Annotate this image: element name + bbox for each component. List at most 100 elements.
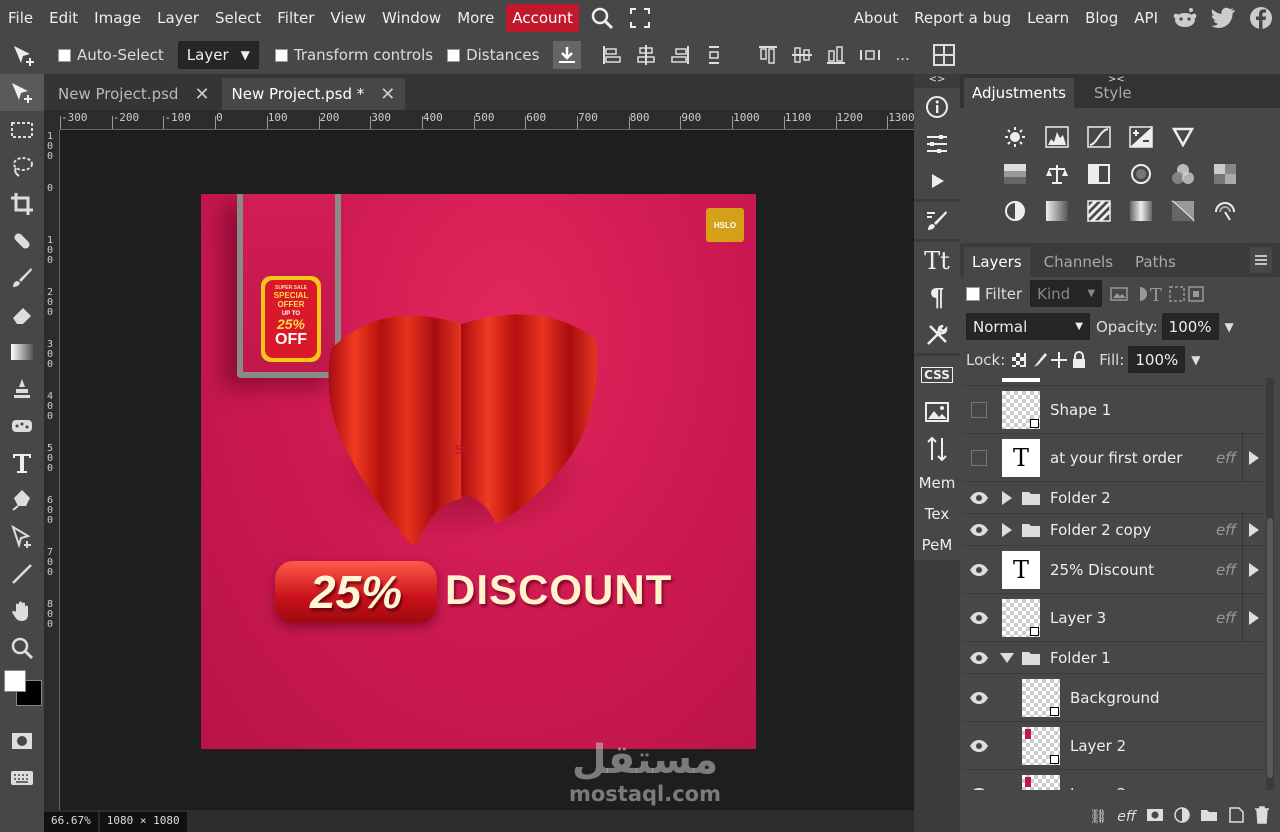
- layer-effects-label[interactable]: eff: [1216, 561, 1236, 579]
- facebook-icon[interactable]: [1248, 5, 1274, 31]
- layer-select-dropdown[interactable]: Layer ▼: [177, 41, 259, 69]
- twitter-icon[interactable]: [1210, 5, 1236, 31]
- tab-channels[interactable]: Channels: [1036, 247, 1121, 277]
- effects-expand-icon[interactable]: [1242, 593, 1264, 642]
- layer-style-button[interactable]: eff: [1117, 809, 1136, 825]
- menu-blog[interactable]: Blog: [1077, 0, 1126, 36]
- layer-row[interactable]: Tat your first order eff: [964, 433, 1264, 482]
- close-icon[interactable]: ✕: [380, 84, 395, 105]
- info-icon[interactable]: [914, 88, 960, 125]
- image-icon[interactable]: [914, 393, 960, 430]
- layer-effects-label[interactable]: eff: [1216, 609, 1236, 627]
- fullscreen-icon[interactable]: [627, 5, 653, 31]
- vibrance-icon[interactable]: [1162, 118, 1204, 155]
- blend-mode-select[interactable]: Normal ▼: [966, 313, 1090, 340]
- collapse-left-button[interactable]: <>: [914, 74, 960, 88]
- more-options[interactable]: ...: [895, 46, 909, 64]
- layers-scrollbar[interactable]: [1266, 378, 1274, 790]
- collapse-right-button[interactable]: ><: [1108, 74, 1125, 85]
- eraser-tool-icon[interactable]: [0, 296, 44, 333]
- memory-panel-button[interactable]: Mem: [914, 467, 960, 498]
- expand-arrow-icon[interactable]: [1000, 490, 1014, 505]
- black-white-icon[interactable]: [1078, 155, 1120, 192]
- opacity-dropdown-icon[interactable]: ▼: [1225, 320, 1234, 334]
- filter-checkbox[interactable]: [966, 286, 980, 301]
- color-swatches[interactable]: [0, 666, 44, 722]
- line-tool-icon[interactable]: [0, 555, 44, 592]
- selective-color-icon[interactable]: [1162, 192, 1204, 229]
- layer-row[interactable]: Background: [964, 674, 1264, 722]
- layer-effects-label[interactable]: eff: [1216, 521, 1236, 539]
- type-tool-icon[interactable]: [0, 444, 44, 481]
- new-layer-icon[interactable]: [1228, 807, 1244, 827]
- path-select-tool-icon[interactable]: [0, 518, 44, 555]
- tab-layers[interactable]: Layers: [964, 247, 1030, 277]
- zoom-level[interactable]: 66.67%: [44, 812, 98, 832]
- channel-mixer-icon[interactable]: [1162, 155, 1204, 192]
- kind-select[interactable]: Kind ▼: [1030, 280, 1103, 307]
- effects-expand-icon[interactable]: [1242, 433, 1264, 482]
- menu-filter[interactable]: Filter: [269, 0, 322, 36]
- tab-adjustments[interactable]: Adjustments: [964, 78, 1074, 108]
- download-icon[interactable]: [553, 41, 582, 69]
- align-center-icon[interactable]: [635, 44, 657, 66]
- align-right-icon[interactable]: [669, 44, 691, 66]
- filter-type-icons[interactable]: T: [1110, 284, 1206, 304]
- clone-stamp-tool-icon[interactable]: [0, 370, 44, 407]
- replace-color-icon[interactable]: [1204, 192, 1246, 229]
- pen-tool-icon[interactable]: [0, 481, 44, 518]
- brightness-icon[interactable]: [994, 118, 1036, 155]
- auto-select-checkbox[interactable]: Auto-Select: [58, 46, 164, 64]
- css-panel-button[interactable]: CSS: [914, 356, 960, 393]
- layer-row[interactable]: Layer 2: [964, 722, 1264, 770]
- menu-report-bug[interactable]: Report a bug: [906, 0, 1019, 36]
- sponge-tool-icon[interactable]: [0, 407, 44, 444]
- healing-tool-icon[interactable]: [0, 222, 44, 259]
- eye-icon[interactable]: [964, 611, 994, 625]
- menu-window[interactable]: Window: [374, 0, 449, 36]
- visibility-checkbox[interactable]: [964, 449, 994, 466]
- search-icon[interactable]: [589, 5, 615, 31]
- link-icon[interactable]: ⛓: [1090, 809, 1108, 825]
- crop-tool-icon[interactable]: [0, 185, 44, 222]
- menu-layer[interactable]: Layer: [149, 0, 207, 36]
- keyboard-icon[interactable]: [0, 759, 44, 796]
- text-panel-button[interactable]: Tex: [914, 498, 960, 529]
- new-folder-icon[interactable]: [1200, 808, 1218, 826]
- menu-file[interactable]: File: [0, 0, 41, 36]
- menu-more[interactable]: More: [449, 0, 502, 36]
- distribute-vertical-icon[interactable]: [703, 44, 725, 66]
- tab-paths[interactable]: Paths: [1127, 247, 1184, 277]
- artwork[interactable]: SUPER SALE SPECIAL OFFER UP TO 25% OFF H…: [201, 194, 756, 749]
- brush-settings-icon[interactable]: [914, 202, 960, 239]
- exposure-icon[interactable]: [1120, 118, 1162, 155]
- fill-input[interactable]: 100%: [1128, 346, 1186, 373]
- zoom-tool-icon[interactable]: [0, 629, 44, 666]
- layer-row[interactable]: Shape 1: [964, 386, 1264, 434]
- paragraph-icon[interactable]: ¶: [914, 279, 960, 316]
- eye-icon[interactable]: [964, 651, 994, 665]
- menu-edit[interactable]: Edit: [41, 0, 86, 36]
- quick-mask-icon[interactable]: [0, 722, 44, 759]
- menu-view[interactable]: View: [322, 0, 374, 36]
- add-mask-icon[interactable]: [1146, 808, 1164, 826]
- menu-learn[interactable]: Learn: [1019, 0, 1077, 36]
- effects-expand-icon[interactable]: [1242, 513, 1264, 546]
- menu-image[interactable]: Image: [86, 0, 149, 36]
- hue-saturation-icon[interactable]: [994, 155, 1036, 192]
- menu-about[interactable]: About: [846, 0, 906, 36]
- opacity-input[interactable]: 100%: [1161, 313, 1219, 340]
- effects-expand-icon[interactable]: [1242, 545, 1264, 594]
- eye-icon[interactable]: [964, 563, 994, 577]
- color-lookup-icon[interactable]: [1204, 155, 1246, 192]
- tab-new-project[interactable]: New Project.psd ✕: [48, 78, 220, 110]
- pem-panel-button[interactable]: PeM: [914, 529, 960, 560]
- actions-play-icon[interactable]: [914, 162, 960, 199]
- lock-icons[interactable]: [1011, 350, 1087, 370]
- collapse-arrow-icon[interactable]: [1000, 652, 1014, 663]
- account-button[interactable]: Account: [506, 4, 579, 32]
- posterize-icon[interactable]: [1036, 192, 1078, 229]
- eye-icon[interactable]: [964, 523, 994, 537]
- distances-checkbox[interactable]: Distances: [447, 46, 539, 64]
- adjustment-layer-icon[interactable]: [1174, 807, 1190, 827]
